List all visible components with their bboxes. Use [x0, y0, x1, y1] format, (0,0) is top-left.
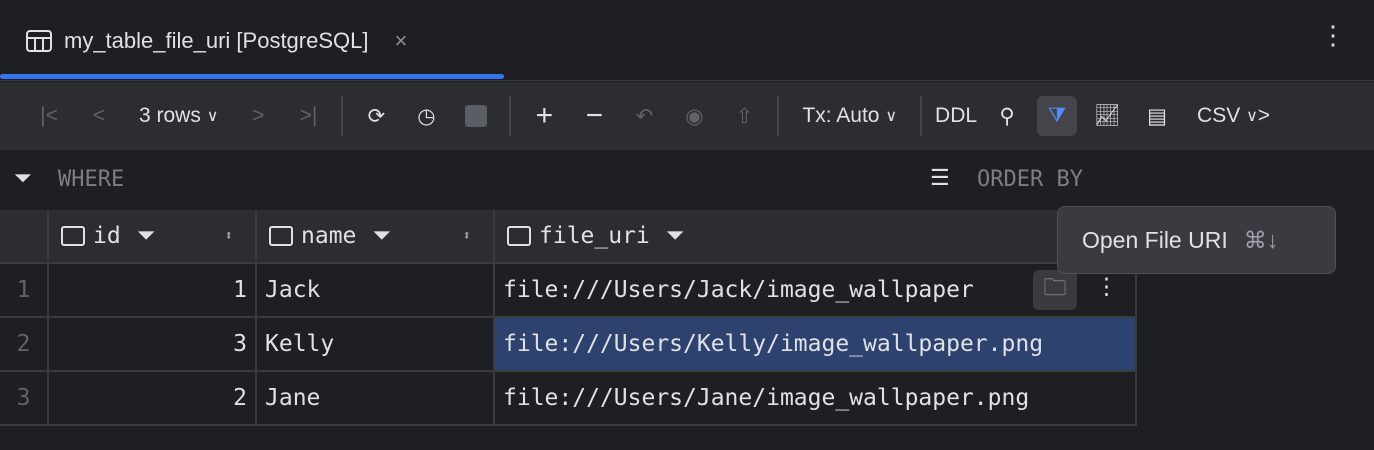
cell-name[interactable]: Jane	[257, 372, 495, 426]
column-filter-icon[interactable]: ⏷	[137, 223, 155, 249]
cell-name[interactable]: Kelly	[257, 318, 495, 372]
corner-cell	[0, 210, 49, 264]
prev-page-icon[interactable]: <	[79, 96, 119, 136]
more-actions-icon[interactable]: ⋮	[1095, 274, 1118, 300]
order-by-input[interactable]: ORDER BY	[977, 167, 1083, 192]
cell-file-uri[interactable]: file:///Users/Kelly/image_wallpaper.png	[495, 318, 1137, 372]
view-icon[interactable]: ▤	[1137, 96, 1177, 136]
column-icon	[507, 226, 531, 246]
sort-toggle-icon[interactable]: ⬍	[225, 228, 233, 244]
chevron-down-icon: ∨	[885, 108, 898, 125]
stop-icon[interactable]	[456, 96, 496, 136]
column-header-id[interactable]: id ⏷ ⬍	[49, 210, 257, 264]
next-page-icon[interactable]: >	[238, 96, 278, 136]
sort-toggle-icon[interactable]: ⬍	[463, 228, 471, 244]
first-page-icon[interactable]: |<	[29, 96, 69, 136]
toolbar: |< < 3 rows ∨ > >| ⟳ ◷ + − ↶ ◉ ⇧ Tx: Aut…	[0, 82, 1374, 150]
export-format-dropdown[interactable]: CSV ∨ >	[1187, 96, 1280, 136]
separator	[920, 96, 923, 136]
filter-panel-icon[interactable]: ⧩	[1037, 96, 1078, 136]
close-tab-icon[interactable]: ×	[395, 28, 408, 54]
row-number: 1	[0, 264, 49, 318]
preview-changes-icon[interactable]: ◉	[674, 96, 714, 136]
column-filter-icon[interactable]: ⏷	[666, 223, 684, 249]
history-clock-icon[interactable]: ◷	[406, 96, 446, 136]
column-name: name	[301, 223, 357, 249]
more-options-icon[interactable]: ⋮	[1320, 22, 1346, 48]
last-page-icon[interactable]: >|	[288, 96, 328, 136]
submit-icon[interactable]: ⇧	[724, 96, 764, 136]
ddl-button[interactable]: DDL	[935, 96, 977, 136]
delete-row-icon[interactable]: −	[574, 96, 614, 136]
revert-icon[interactable]: ↶	[624, 96, 664, 136]
where-input[interactable]: WHERE	[58, 167, 124, 192]
cell-id[interactable]: 2	[49, 372, 257, 426]
cell-id[interactable]: 1	[49, 264, 257, 318]
separator	[509, 96, 512, 136]
separator	[777, 96, 780, 136]
rows-dropdown[interactable]: 3 rows ∨	[129, 96, 228, 136]
file-uri-text: file:///Users/Jane/image_wallpaper.png	[503, 385, 1030, 411]
active-tab-indicator	[0, 74, 504, 79]
refresh-icon[interactable]: ⟳	[356, 96, 396, 136]
open-file-uri-tooltip[interactable]: Open File URI ⌘↓	[1057, 206, 1336, 274]
table-icon	[26, 29, 52, 52]
column-name: file_uri	[539, 223, 650, 249]
row-number: 2	[0, 318, 49, 372]
column-filter-icon[interactable]: ⏷	[372, 223, 390, 249]
separator	[341, 96, 344, 136]
chevron-right-icon[interactable]: >	[1258, 104, 1270, 128]
filter-icon[interactable]: ⏷	[14, 166, 32, 191]
column-icon	[61, 226, 85, 246]
column-header-name[interactable]: name ⏷ ⬍	[257, 210, 495, 264]
popup-shortcut: ⌘↓	[1243, 226, 1279, 253]
cell-file-uri[interactable]: file:///Users/Jack/image_wallpaper 🗀︎ ⋮	[495, 264, 1137, 318]
chevron-down-icon: ∨	[206, 108, 219, 125]
row-number: 3	[0, 372, 49, 426]
file-uri-text: file:///Users/Jack/image_wallpaper	[503, 277, 974, 303]
tx-mode-dropdown[interactable]: Tx: Auto ∨	[792, 96, 907, 136]
column-name: id	[93, 223, 121, 249]
file-uri-text: file:///Users/Kelly/image_wallpaper.png	[503, 331, 1044, 357]
popup-label: Open File URI	[1082, 226, 1228, 253]
column-icon	[269, 226, 293, 246]
cell-id[interactable]: 3	[49, 318, 257, 372]
add-row-icon[interactable]: +	[524, 96, 564, 136]
tab-my-table[interactable]: my_table_file_uri [PostgreSQL] ×	[0, 0, 504, 81]
chevron-down-icon: ∨	[1246, 108, 1258, 125]
search-icon[interactable]: ⚲	[987, 96, 1027, 136]
cell-name[interactable]: Jack	[257, 264, 495, 318]
tab-title: my_table_file_uri [PostgreSQL]	[64, 27, 369, 53]
cell-file-uri[interactable]: file:///Users/Jane/image_wallpaper.png	[495, 372, 1137, 426]
filter-bar: ⏷ WHERE ☰ ORDER BY	[0, 150, 1374, 210]
chart-icon[interactable]: 📈︎	[1087, 96, 1127, 136]
open-folder-button[interactable]: 🗀︎	[1033, 270, 1077, 310]
sort-icon[interactable]: ☰	[930, 166, 950, 191]
column-header-file_uri[interactable]: file_uri ⏷	[495, 210, 1137, 264]
